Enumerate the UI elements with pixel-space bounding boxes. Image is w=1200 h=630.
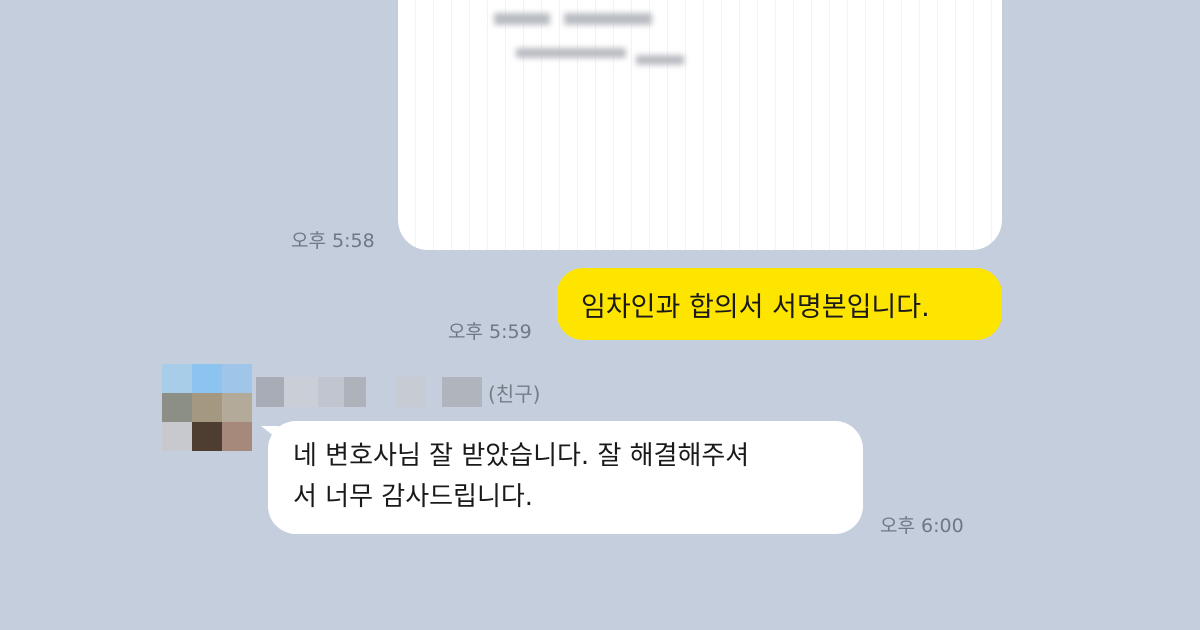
censored-name-pixel [442,377,482,407]
censored-name-pixel [256,377,284,407]
blurred-text [516,48,626,58]
avatar-pixel [222,364,252,393]
my-message-bubble[interactable]: 임차인과 합의서 서명본입니다. [557,268,1002,340]
blurred-text [636,55,684,65]
avatar-pixel [192,364,222,393]
avatar-pixel [192,393,222,422]
censored-name-pixel [344,377,366,407]
image-message[interactable] [398,0,1002,250]
friend-tag: (친구) [488,381,541,406]
avatar-pixel [192,422,222,451]
censored-name-pixel [396,377,426,407]
message-text-line: 네 변호사님 잘 받았습니다. 잘 해결해주셔 [293,441,750,471]
friend-avatar[interactable] [162,364,252,451]
message-timestamp: 오후 5:59 [448,321,532,343]
message-text-line: 서 너무 감사드립니다. [293,482,534,512]
document-preview-lines [398,0,1002,250]
avatar-pixel [222,393,252,422]
message-timestamp: 오후 6:00 [880,515,964,537]
blurred-text [494,13,550,25]
friend-name: (친구) [256,377,540,407]
friend-message-bubble[interactable]: 네 변호사님 잘 받았습니다. 잘 해결해주셔 서 너무 감사드립니다. [268,421,863,534]
message-timestamp: 오후 5:58 [291,230,375,252]
avatar-pixel [162,393,192,422]
avatar-pixel [162,422,192,451]
censored-name-pixel [318,377,344,407]
censored-name-pixel [284,377,318,407]
message-text: 임차인과 합의서 서명본입니다. [581,291,930,323]
blurred-text [564,13,652,25]
avatar-pixel [162,364,192,393]
avatar-pixel [222,422,252,451]
